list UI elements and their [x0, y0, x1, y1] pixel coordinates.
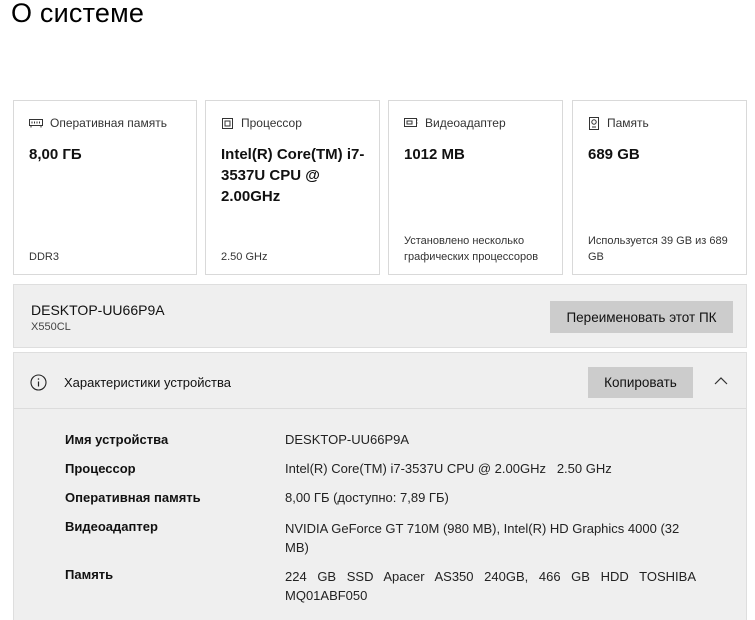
device-specifications-header[interactable]: Характеристики устройства Копировать [14, 353, 746, 409]
page-title: О системе [11, 0, 145, 28]
spec-label: Видеоадаптер [65, 519, 158, 534]
storage-card: Память 689 GB Используется 39 GB из 689 … [572, 100, 747, 275]
ram-card-label: Оперативная память [50, 116, 167, 130]
device-model: X550CL [31, 321, 71, 333]
display-adapter-card-value: 1012 MB [404, 146, 465, 163]
copy-button[interactable]: Копировать [588, 367, 693, 398]
spec-value: NVIDIA GeForce GT 710M (980 MB), Intel(R… [285, 521, 680, 555]
spec-label: Оперативная память [65, 490, 201, 505]
storage-icon [588, 116, 600, 130]
processor-card-sub: 2.50 GHz [221, 251, 268, 263]
device-specifications-panel: Характеристики устройства Копировать Имя… [13, 352, 747, 620]
processor-card: Процессор Intel(R) Core(TM) i7-3537U CPU… [205, 100, 380, 275]
processor-card-value: Intel(R) Core(TM) i7-3537U CPU @ 2.00GHz [221, 146, 365, 205]
processor-icon [221, 117, 234, 130]
spec-value: DESKTOP-UU66P9A [285, 432, 410, 447]
display-adapter-card-sub: Установлено несколько графических процес… [404, 235, 539, 263]
spec-value: 224 GB SSD Apacer AS350 240GB, 466 GB HD… [285, 569, 696, 603]
ram-card-sub: DDR3 [29, 251, 59, 263]
display-adapter-card-label: Видеоадаптер [425, 116, 506, 130]
ram-card-header: Оперативная память [29, 116, 167, 130]
display-adapter-card-header: Видеоадаптер [404, 116, 506, 130]
processor-card-header: Процессор [221, 116, 302, 130]
ram-card-value: 8,00 ГБ [29, 146, 82, 163]
device-name-panel: DESKTOP-UU66P9A X550CL Переименовать это… [13, 284, 747, 348]
spec-label: Имя устройства [65, 432, 169, 447]
storage-card-sub: Используется 39 GB из 689 GB [588, 235, 728, 263]
display-adapter-icon [404, 117, 418, 129]
spec-label: Процессор [65, 461, 136, 476]
display-adapter-card: Видеоадаптер 1012 MB Установлено несколь… [388, 100, 563, 275]
spec-value: 8,00 ГБ (доступно: 7,89 ГБ) [285, 490, 449, 505]
ram-card: Оперативная память 8,00 ГБ DDR3 [13, 100, 197, 275]
spec-label: Память [65, 567, 114, 582]
ram-icon [29, 118, 43, 128]
storage-card-header: Память [588, 116, 649, 130]
storage-card-label: Память [607, 116, 649, 130]
chevron-up-icon[interactable] [714, 373, 728, 391]
device-name: DESKTOP-UU66P9A [31, 302, 165, 318]
info-icon [30, 374, 47, 396]
processor-card-label: Процессор [241, 116, 302, 130]
rename-pc-button[interactable]: Переименовать этот ПК [550, 301, 733, 333]
device-specifications-title: Характеристики устройства [64, 375, 231, 390]
storage-card-value: 689 GB [588, 146, 640, 163]
spec-value: Intel(R) Core(TM) i7-3537U CPU @ 2.00GHz… [285, 461, 612, 476]
